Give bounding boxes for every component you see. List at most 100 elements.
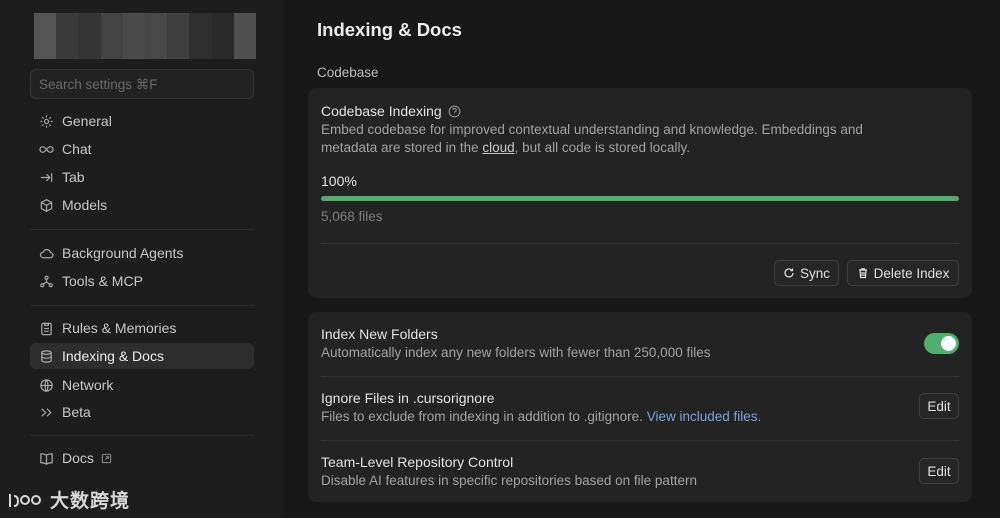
sync-button[interactable]: Sync [774,260,839,286]
toggle-knob [941,336,956,351]
redacted-pixel [145,28,168,44]
ignore-files-title: Ignore Files in .cursorignore [321,390,495,406]
index-new-folders-title: Index New Folders [321,326,438,342]
database-icon [38,348,55,365]
file-count: 5,068 files [321,209,383,224]
infinity-icon [38,141,55,158]
sidebar-item-label: Tab [62,169,85,185]
progress-bar-fill [321,196,959,201]
redacted-pixel [189,43,212,59]
team-repo-control-title: Team-Level Repository Control [321,454,514,470]
redacted-pixel [145,13,168,29]
redacted-pixel [211,28,234,44]
sidebar-item-network[interactable]: Network [30,372,254,398]
help-icon[interactable] [448,105,461,118]
index-new-folders-description: Automatically index any new folders with… [321,345,711,360]
edit-team-repo-control-button[interactable]: Edit [919,458,959,484]
trash-icon [858,268,867,279]
redacted-pixel [56,28,79,44]
sidebar-item-indexing-docs[interactable]: Indexing & Docs [30,343,254,369]
chevrons-right-icon [38,404,55,421]
redacted-pixel [122,43,145,59]
sidebar-item-label: Background Agents [62,245,184,261]
progress-bar [321,196,959,201]
description-text: Files to exclude from indexing in additi… [321,409,647,424]
redacted-pixel [122,28,145,44]
sidebar-item-background-agents[interactable]: Background Agents [30,240,254,266]
redacted-pixel [167,28,190,44]
codebase-indexing-title: Codebase Indexing [321,103,461,119]
sidebar-item-tools-mcp[interactable]: Tools & MCP [30,268,254,294]
edit-ignore-files-button[interactable]: Edit [919,393,959,419]
globe-icon [38,377,55,394]
team-repo-control-description: Disable AI features in specific reposito… [321,473,697,488]
card-divider [321,376,959,377]
sidebar-divider [30,435,254,436]
sidebar-item-general[interactable]: General [30,108,254,134]
card-divider [321,440,959,441]
redacted-pixel [145,43,168,59]
description-text: , but all code is stored locally. [514,140,690,155]
codebase-indexing-card: Codebase Indexing Embed codebase for imp… [308,88,972,298]
redacted-pixel [78,43,101,59]
redacted-pixel [100,28,123,44]
sidebar: Search settings ⌘F General Chat Tab Mode… [0,0,283,518]
ignore-files-description: Files to exclude from indexing in additi… [321,408,761,426]
indexing-settings-card: Index New Folders Automatically index an… [308,312,972,502]
redacted-pixel [167,43,190,59]
nodes-icon [38,273,55,290]
sidebar-item-label: Docs [62,450,94,466]
card-divider [321,243,959,244]
search-input[interactable]: Search settings ⌘F [30,69,254,99]
redacted-pixel [100,43,123,59]
sidebar-item-rules-memories[interactable]: Rules & Memories [30,315,254,341]
sidebar-item-label: Indexing & Docs [62,348,164,364]
cloud-link[interactable]: cloud [482,140,514,155]
codebase-indexing-description: Embed codebase for improved contextual u… [321,121,921,157]
avatar [34,13,256,59]
redacted-pixel [233,43,256,59]
redacted-pixel [78,13,101,29]
redacted-pixel [56,43,79,59]
section-label: Codebase [317,65,379,80]
redacted-pixel [167,13,190,29]
refresh-icon [784,268,794,278]
watermark-text: 大数跨境 [50,491,131,512]
redacted-pixel [189,28,212,44]
redacted-pixel [211,43,234,59]
codebase-indexing-title-text: Codebase Indexing [321,103,442,119]
redacted-pixel [211,13,234,29]
sidebar-divider [30,305,254,306]
book-icon [38,450,55,467]
sidebar-item-docs[interactable]: Docs [30,445,254,471]
redacted-pixel [34,13,57,29]
redacted-pixel [233,28,256,44]
view-included-files-link[interactable]: View included files. [647,409,762,424]
sidebar-item-chat[interactable]: Chat [30,136,254,162]
external-link-icon [101,453,112,464]
edit-button-label: Edit [927,398,951,414]
progress-percent: 100% [321,173,357,189]
edit-button-label: Edit [927,463,951,479]
delete-index-button[interactable]: Delete Index [847,260,959,286]
clipboard-icon [38,320,55,337]
tab-arrow-icon [38,169,55,186]
sidebar-item-label: Beta [62,404,91,420]
index-new-folders-toggle[interactable] [924,333,959,354]
sidebar-item-tab[interactable]: Tab [30,164,254,190]
delete-index-button-label: Delete Index [873,265,950,281]
sidebar-item-models[interactable]: Models [30,192,254,218]
sidebar-item-label: Tools & MCP [62,273,143,289]
page-title: Indexing & Docs [317,19,462,40]
redacted-pixel [122,13,145,29]
sidebar-item-label: Chat [62,141,92,157]
sidebar-divider [30,229,254,230]
sidebar-item-label: Network [62,377,114,393]
cloud-icon [38,245,55,262]
sidebar-item-beta[interactable]: Beta [30,399,254,425]
sync-button-label: Sync [799,265,830,281]
watermark-logo: 大数跨境 [8,486,130,513]
redacted-pixel [78,28,101,44]
gear-icon [38,113,55,130]
sidebar-item-label: Models [62,197,108,213]
